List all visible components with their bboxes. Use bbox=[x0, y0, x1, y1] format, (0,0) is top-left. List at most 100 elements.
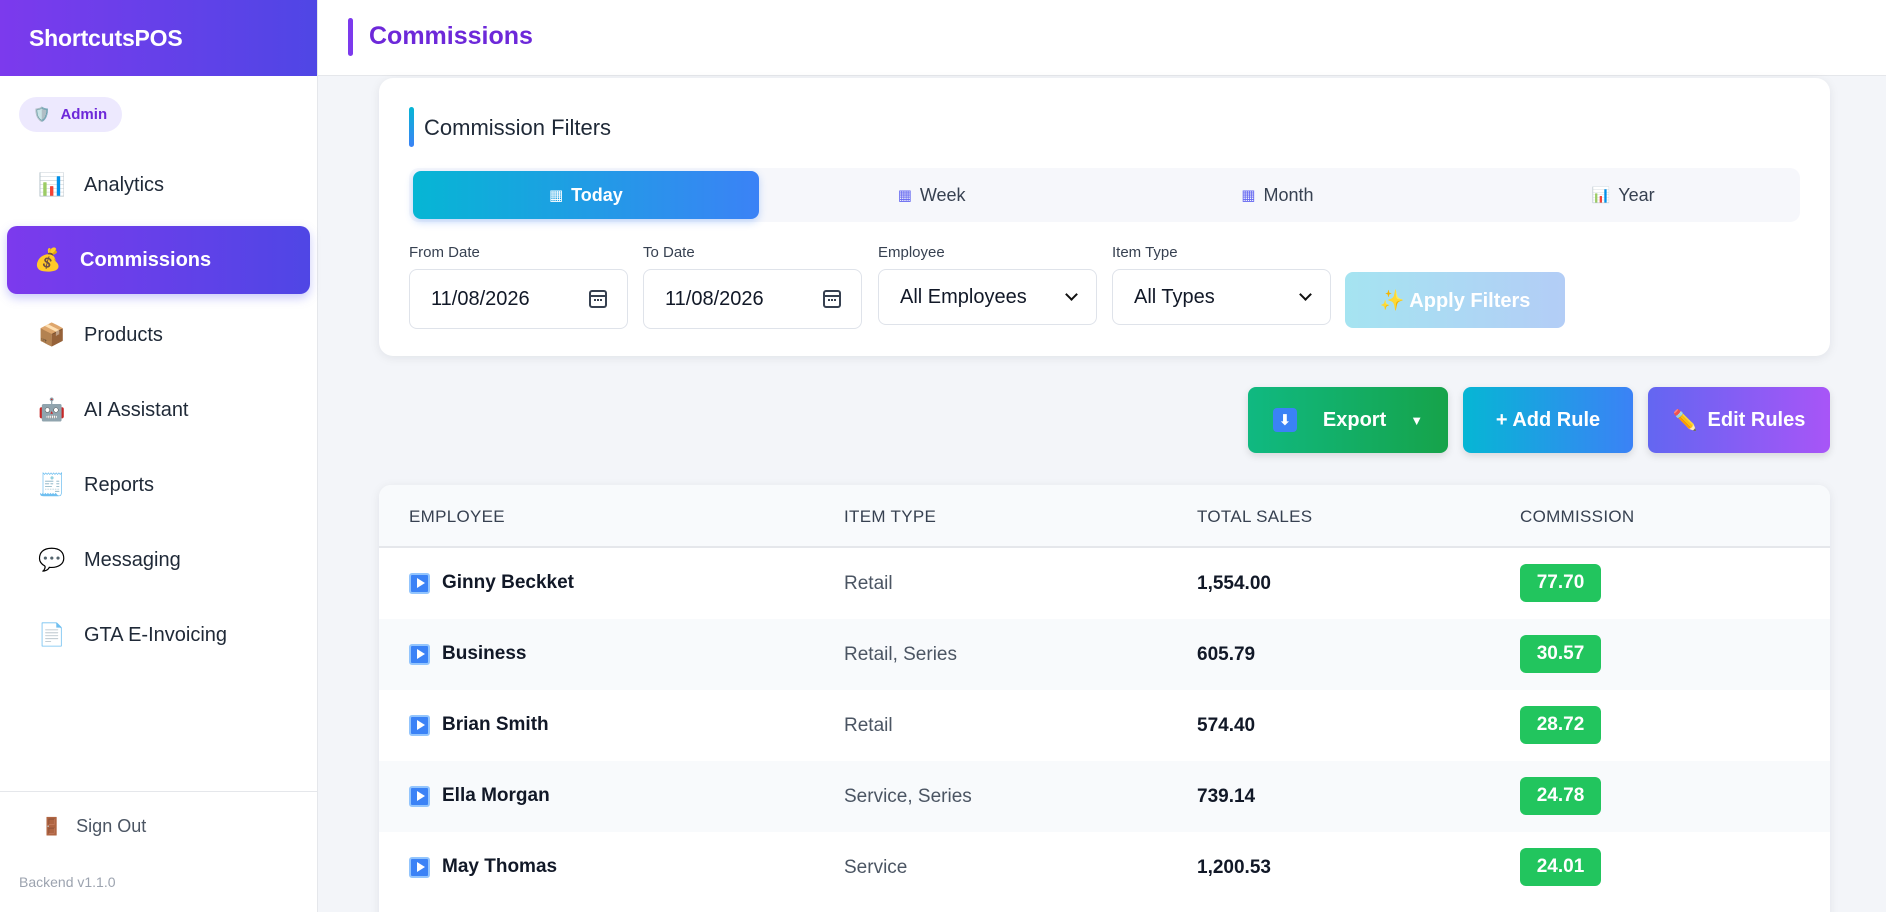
period-label: Week bbox=[919, 184, 966, 205]
total-sales-cell: 739.14 bbox=[1197, 786, 1256, 807]
commission-badge: 24.01 bbox=[1520, 848, 1601, 886]
column-header-commission[interactable]: COMMISSION bbox=[1520, 507, 1634, 527]
expand-row-icon[interactable] bbox=[409, 785, 430, 807]
add-rule-button[interactable]: + Add Rule bbox=[1463, 387, 1633, 453]
item-type-cell: Retail, Series bbox=[844, 644, 957, 665]
sidebar-item-label: Analytics bbox=[84, 173, 165, 196]
caret-down-icon: ▼ bbox=[1410, 412, 1424, 428]
sidebar-nav: 📊 Analytics 💰 Commissions 📦 Products 🤖 A… bbox=[7, 151, 310, 676]
item-type-cell: Service bbox=[844, 857, 908, 878]
table-row[interactable]: May Thomas Service 1,200.53 24.01 bbox=[379, 832, 1830, 903]
sign-out-button[interactable]: 🚪 Sign Out bbox=[41, 816, 146, 837]
period-label: Month bbox=[1263, 184, 1314, 205]
export-label: Export bbox=[1322, 408, 1387, 431]
add-rule-label: + Add Rule bbox=[1495, 408, 1601, 431]
bar-chart-icon: 📊 bbox=[1591, 187, 1611, 204]
edit-rules-label: Edit Rules bbox=[1707, 408, 1806, 431]
column-header-item-type[interactable]: ITEM TYPE bbox=[844, 507, 936, 527]
calendar-icon[interactable] bbox=[823, 290, 841, 308]
item-type-select[interactable]: All Types bbox=[1112, 269, 1331, 325]
sidebar-item-label: Products bbox=[84, 323, 163, 346]
door-icon: 🚪 bbox=[41, 816, 63, 836]
table-row[interactable]: Business Retail, Series 605.79 30.57 bbox=[379, 619, 1830, 690]
employee-label: Employee bbox=[878, 244, 945, 261]
to-date-value: 11/08/2026 bbox=[665, 287, 764, 310]
table-row[interactable]: Ginny Beckket Retail 1,554.00 77.70 bbox=[379, 548, 1830, 619]
export-button[interactable]: ⬇ Export ▼ bbox=[1248, 387, 1448, 453]
item-type-cell: Service, Series bbox=[844, 786, 972, 807]
column-header-total-sales[interactable]: TOTAL SALES bbox=[1197, 507, 1312, 527]
calendar-icon[interactable] bbox=[589, 290, 607, 308]
table-row[interactable]: Brian Smith Retail 574.40 28.72 bbox=[379, 690, 1830, 761]
employee-cell: Ella Morgan bbox=[409, 785, 550, 807]
commission-filters-card: Commission Filters ▦ Today ▦ Week ▦ Mont… bbox=[379, 78, 1830, 356]
sidebar-item-commissions[interactable]: 💰 Commissions bbox=[7, 226, 310, 294]
brand-logo-text: ShortcutsPOS bbox=[29, 24, 183, 51]
pencil-icon: ✏️ bbox=[1672, 409, 1698, 432]
from-date-label: From Date bbox=[409, 244, 480, 261]
chevron-down-icon bbox=[1065, 288, 1078, 301]
robot-icon: 🤖 bbox=[38, 397, 66, 422]
expand-row-icon[interactable] bbox=[409, 856, 430, 878]
role-badge: 🛡️ Admin bbox=[19, 97, 123, 132]
commission-badge: 77.70 bbox=[1520, 564, 1601, 602]
item-type-cell: Retail bbox=[844, 715, 893, 736]
role-label: Admin bbox=[60, 106, 108, 123]
sidebar-item-label: AI Assistant bbox=[84, 398, 189, 421]
sidebar-item-products[interactable]: 📦 Products bbox=[7, 301, 310, 369]
period-tab-month[interactable]: ▦ Month bbox=[1105, 171, 1451, 219]
sidebar-item-ai-assistant[interactable]: 🤖 AI Assistant bbox=[7, 376, 310, 444]
calendar-icon: ▦ bbox=[1241, 187, 1256, 204]
employee-cell: May Thomas bbox=[409, 856, 557, 878]
period-tab-today[interactable]: ▦ Today bbox=[413, 171, 759, 219]
employee-select[interactable]: All Employees bbox=[878, 269, 1097, 325]
top-header: Commissions bbox=[318, 0, 1886, 76]
employee-select-value: All Employees bbox=[900, 285, 1027, 308]
employee-cell: Ginny Beckket bbox=[409, 572, 574, 594]
expand-row-icon[interactable] bbox=[409, 714, 430, 736]
chevron-down-icon bbox=[1299, 288, 1312, 301]
from-date-input[interactable]: 11/08/2026 bbox=[409, 269, 628, 329]
total-sales-cell: 1,554.00 bbox=[1197, 573, 1271, 594]
commission-badge: 28.72 bbox=[1520, 706, 1601, 744]
item-type-select-value: All Types bbox=[1134, 285, 1215, 308]
brand-header: ShortcutsPOS bbox=[0, 0, 317, 76]
item-type-cell: Retail bbox=[844, 573, 893, 594]
period-tab-week[interactable]: ▦ Week bbox=[759, 171, 1105, 219]
report-icon: 🧾 bbox=[38, 472, 66, 497]
employee-cell: Brian Smith bbox=[409, 714, 549, 736]
total-sales-cell: 1,200.53 bbox=[1197, 857, 1271, 878]
column-header-employee[interactable]: EMPLOYEE bbox=[409, 507, 505, 527]
period-tab-year[interactable]: 📊 Year bbox=[1450, 171, 1796, 219]
sidebar-item-analytics[interactable]: 📊 Analytics bbox=[7, 151, 310, 219]
apply-filters-button[interactable]: ✨ Apply Filters bbox=[1345, 272, 1565, 328]
table-row[interactable]: Ella Morgan Service, Series 739.14 24.78 bbox=[379, 761, 1830, 832]
speech-bubble-icon: 💬 bbox=[38, 547, 66, 572]
card-accent-bar bbox=[409, 107, 414, 147]
period-label: Year bbox=[1618, 184, 1655, 205]
commission-badge: 30.57 bbox=[1520, 635, 1601, 673]
employee-name: Ella Morgan bbox=[442, 785, 550, 806]
sidebar: ShortcutsPOS 🛡️ Admin 📊 Analytics 💰 Comm… bbox=[0, 0, 318, 912]
employee-name: May Thomas bbox=[442, 856, 558, 877]
employee-name: Brian Smith bbox=[442, 714, 549, 735]
employee-cell: Business bbox=[409, 643, 526, 665]
sidebar-item-messaging[interactable]: 💬 Messaging bbox=[7, 526, 310, 594]
calendar-icon: ▦ bbox=[548, 187, 564, 204]
filters-title: Commission Filters bbox=[424, 115, 612, 140]
employee-name: Ginny Beckket bbox=[442, 572, 574, 593]
employee-name: Business bbox=[442, 643, 527, 664]
package-icon: 📦 bbox=[38, 322, 66, 347]
sidebar-item-gta-e-invoicing[interactable]: 📄 GTA E-Invoicing bbox=[7, 601, 310, 669]
expand-row-icon[interactable] bbox=[409, 572, 430, 594]
commission-badge: 24.78 bbox=[1520, 777, 1601, 815]
invoice-icon: 📄 bbox=[38, 622, 66, 647]
shield-icon: 🛡️ bbox=[33, 106, 51, 122]
version-label: Backend v1.1.0 bbox=[19, 874, 116, 890]
expand-row-icon[interactable] bbox=[409, 643, 430, 665]
sidebar-item-label: Messaging bbox=[84, 548, 181, 571]
to-date-input[interactable]: 11/08/2026 bbox=[643, 269, 862, 329]
sidebar-item-label: GTA E-Invoicing bbox=[84, 623, 228, 646]
edit-rules-button[interactable]: ✏️ Edit Rules bbox=[1648, 387, 1830, 453]
sidebar-item-reports[interactable]: 🧾 Reports bbox=[7, 451, 310, 519]
